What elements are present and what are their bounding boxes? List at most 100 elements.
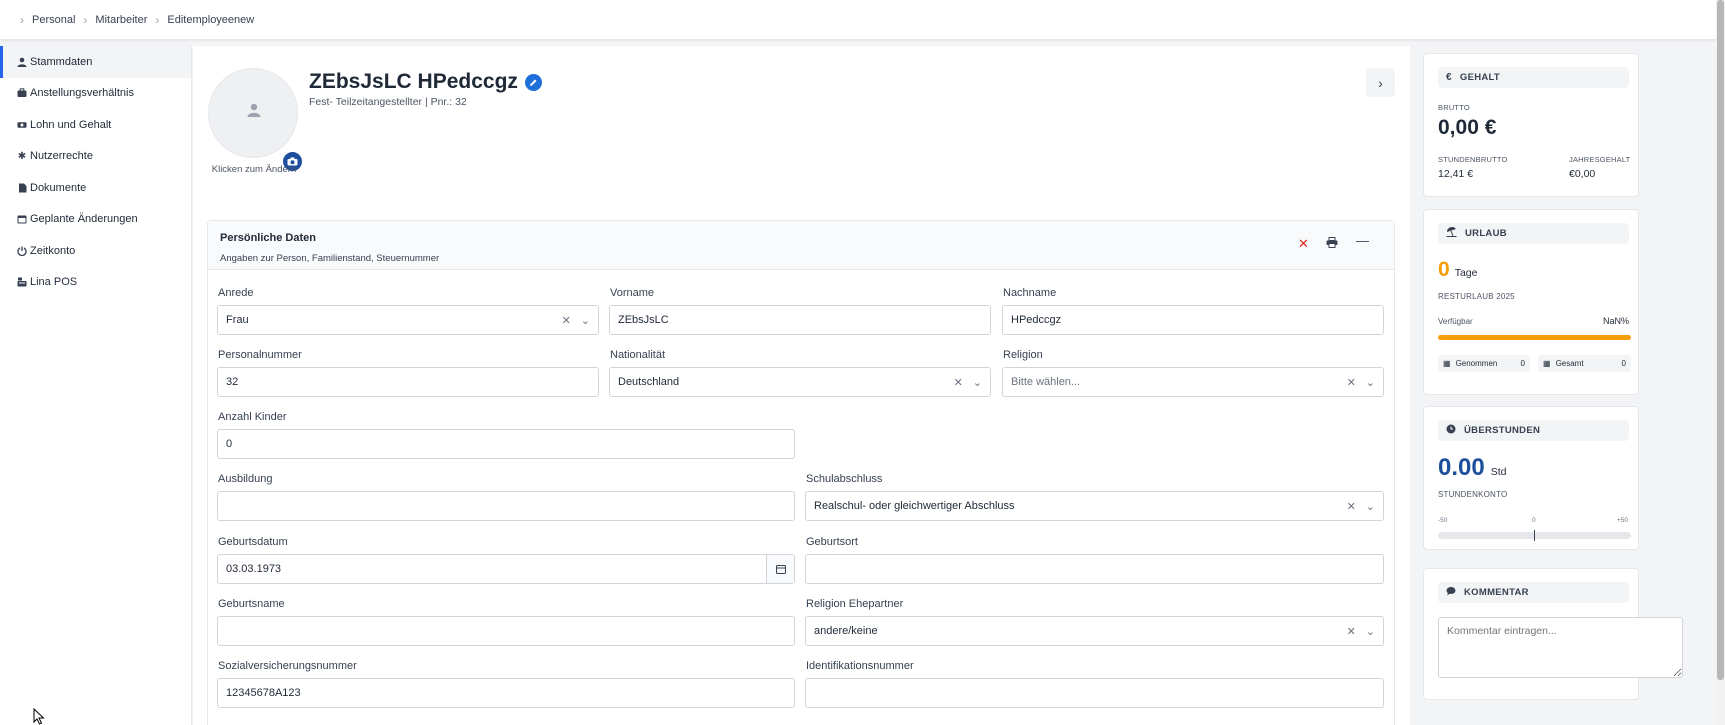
geburtsname-input[interactable] — [217, 616, 795, 646]
sidebar-item-zeitkonto[interactable]: Zeitkonto — [0, 235, 191, 267]
religion-ehepartner-label: Religion Ehepartner — [806, 598, 904, 610]
verfuegbar-label: Verfügbar — [1438, 317, 1473, 326]
svnr-label: Sozialversicherungsnummer — [218, 660, 357, 672]
urlaub-days-value: 0 — [1438, 258, 1450, 281]
chevron-down-icon[interactable]: ⌄ — [973, 376, 982, 389]
chevron-down-icon[interactable]: ⌄ — [1366, 625, 1375, 638]
sidebar-item-label: Lina POS — [30, 276, 78, 289]
sidebar-item-lina-pos[interactable]: Lina POS — [0, 267, 191, 299]
clear-icon[interactable]: ✕ — [1347, 625, 1356, 638]
geburtsort-input[interactable] — [805, 554, 1384, 584]
close-icon[interactable]: ✕ — [1298, 236, 1309, 252]
sidebar-item-label: Stammdaten — [30, 55, 93, 68]
clear-icon[interactable]: ✕ — [562, 314, 571, 327]
religion-ehepartner-select[interactable]: andere/keine ✕ ⌄ — [805, 616, 1384, 646]
kommentar-textarea[interactable] — [1438, 617, 1683, 678]
vorname-input[interactable]: ZEbsJsLC — [609, 305, 991, 335]
ausbildung-input[interactable] — [217, 491, 795, 521]
anrede-select[interactable]: Frau ✕ ⌄ — [217, 305, 599, 335]
scale-mid: 0 — [1532, 517, 1536, 524]
kinder-input[interactable]: 0 — [217, 429, 795, 459]
sidebar-item-label: Nutzerrechte — [30, 150, 93, 163]
chevron-down-icon[interactable]: ⌄ — [1366, 376, 1375, 389]
religion-label: Religion — [1003, 349, 1043, 361]
scale-min: -50 — [1438, 517, 1448, 524]
gauge-zero-marker — [1534, 530, 1535, 541]
ueberstunden-unit: Std — [1490, 466, 1507, 478]
sidebar-item-stammdaten[interactable]: Stammdaten — [0, 46, 191, 78]
avatar-caption: Klicken zum Ändern — [211, 164, 297, 175]
edit-pencil-icon[interactable] — [524, 73, 542, 91]
genommen-box: ▦ Genommen 0 — [1438, 355, 1530, 372]
sidebar-item-anstellung[interactable]: Anstellungsverhältnis — [0, 78, 191, 110]
svnr-input[interactable]: 12345678A123 — [217, 678, 795, 708]
vorname-value: ZEbsJsLC — [618, 314, 669, 326]
clear-icon[interactable]: ✕ — [1347, 500, 1356, 513]
sidebar-item-nutzerrechte[interactable]: ✱ Nutzerrechte — [0, 141, 191, 173]
clear-icon[interactable]: ✕ — [954, 376, 963, 389]
personalnummer-label: Personalnummer — [218, 349, 302, 361]
nachname-input[interactable]: HPedccgz — [1002, 305, 1384, 335]
idnr-label: Identifikationsnummer — [806, 660, 914, 672]
urlaub-title: URLAUB — [1465, 228, 1507, 239]
chevron-down-icon[interactable]: ⌄ — [581, 314, 590, 327]
anrede-value: Frau — [226, 314, 249, 326]
nationalitaet-select[interactable]: Deutschland ✕ ⌄ — [609, 367, 991, 397]
person-placeholder-icon — [247, 103, 261, 120]
scale-max: +50 — [1616, 517, 1628, 524]
page-scrollbar[interactable] — [1716, 0, 1725, 725]
religion-ehepartner-value: andere/keine — [814, 625, 878, 637]
breadcrumb-current: Editemployeenew — [167, 13, 255, 26]
card-subtitle: Angaben zur Person, Familienstand, Steue… — [220, 253, 440, 264]
calendar-icon — [17, 214, 27, 224]
nationalitaet-value: Deutschland — [618, 376, 680, 388]
collapse-icon[interactable]: — — [1356, 233, 1369, 248]
chevron-right-icon: › — [155, 12, 160, 27]
mouse-cursor-icon — [33, 707, 45, 725]
urlaub-progress-track — [1438, 335, 1631, 340]
briefcase-icon — [17, 88, 27, 98]
gesamt-value: 0 — [1621, 359, 1626, 368]
breadcrumb-mitarbeiter[interactable]: Mitarbeiter — [95, 14, 147, 26]
brutto-value: 0,00 € — [1438, 116, 1497, 139]
geburtsdatum-input[interactable]: 03.03.1973 — [217, 554, 795, 584]
personalnummer-input[interactable]: 32 — [217, 367, 599, 397]
sidebar-item-lohn[interactable]: Lohn und Gehalt — [0, 109, 191, 141]
next-employee-button[interactable]: › — [1366, 68, 1395, 97]
gehalt-header: € GEHALT — [1438, 67, 1629, 88]
cash-register-icon — [17, 277, 27, 287]
sidebar-item-label: Geplante Änderungen — [30, 213, 138, 226]
idnr-input[interactable] — [805, 678, 1384, 708]
religion-placeholder: Bitte wählen... — [1011, 376, 1081, 388]
money-icon — [17, 120, 27, 130]
gesamt-label: Gesamt — [1555, 359, 1584, 368]
urlaub-header: URLAUB — [1438, 223, 1629, 244]
sidebar-item-label: Zeitkonto — [30, 244, 76, 257]
print-icon[interactable] — [1326, 236, 1338, 251]
user-icon — [17, 57, 27, 67]
nachname-value: HPedccgz — [1011, 314, 1062, 326]
chevron-down-icon[interactable]: ⌄ — [1366, 500, 1375, 513]
sidebar-item-geplante-aenderungen[interactable]: Geplante Änderungen — [0, 204, 191, 236]
sidebar-item-dokumente[interactable]: Dokumente — [0, 172, 191, 204]
ueberstunden-card: ÜBERSTUNDEN 0.00 Std STUNDENKONTO -50 0 … — [1423, 406, 1639, 550]
schulabschluss-value: Realschul- oder gleichwertiger Abschluss — [814, 500, 1015, 512]
avatar[interactable] — [208, 68, 304, 173]
main-content: Klicken zum Ändern ZEbsJsLC HPedccgz Fes… — [193, 46, 1410, 725]
svnr-value: 12345678A123 — [226, 687, 301, 699]
calendar-icon[interactable] — [766, 555, 794, 583]
nachname-label: Nachname — [1003, 287, 1057, 299]
geburtsort-label: Geburtsort — [806, 536, 858, 548]
beach-umbrella-icon — [1446, 227, 1457, 240]
schulabschluss-select[interactable]: Realschul- oder gleichwertiger Abschluss… — [805, 491, 1384, 521]
gear-icon: ✱ — [17, 150, 27, 162]
scrollbar-thumb[interactable] — [1717, 0, 1724, 680]
clear-icon[interactable]: ✕ — [1347, 376, 1356, 389]
urlaub-days-unit: Tage — [1454, 267, 1478, 279]
religion-select[interactable]: Bitte wählen... ✕ ⌄ — [1002, 367, 1384, 397]
schulabschluss-label: Schulabschluss — [806, 473, 883, 485]
breadcrumb-personal[interactable]: Personal — [32, 14, 75, 26]
chevron-right-icon: › — [1378, 74, 1383, 91]
geburtsdatum-label: Geburtsdatum — [218, 536, 288, 548]
document-icon — [17, 183, 27, 193]
